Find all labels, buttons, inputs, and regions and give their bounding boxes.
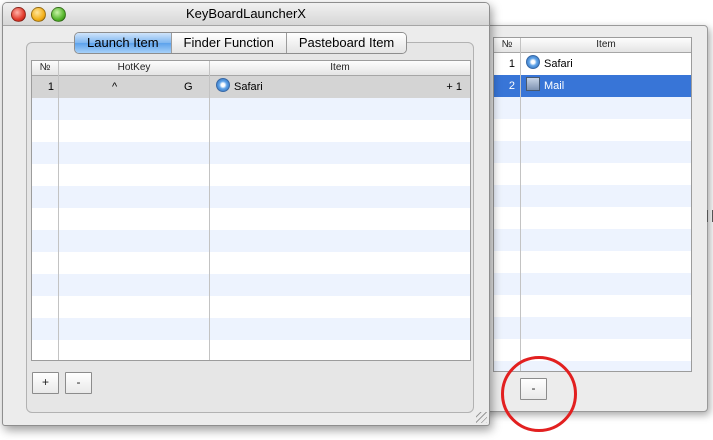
empty-row bbox=[494, 185, 691, 207]
column-header-number[interactable]: № bbox=[494, 38, 520, 52]
row-item-cell: Mail bbox=[526, 75, 564, 97]
row-item-extra: + 1 bbox=[446, 81, 462, 93]
column-header-item[interactable]: Item bbox=[521, 38, 691, 52]
hotkey-key: G bbox=[184, 81, 193, 93]
tab-bar: Launch Item Finder Function Pasteboard I… bbox=[74, 32, 408, 54]
column-header-number[interactable]: № bbox=[32, 61, 58, 75]
secondary-items-table[interactable]: № Item 1 Safari 2 Mail bbox=[493, 37, 692, 372]
tab-launch-item[interactable]: Launch Item bbox=[75, 33, 171, 53]
row-number: 2 bbox=[508, 80, 515, 92]
secondary-window: № Item 1 Safari 2 Mail - bbox=[470, 25, 713, 412]
table-row[interactable]: 1 ^ G Safari + 1 bbox=[32, 76, 470, 98]
column-divider bbox=[209, 61, 210, 360]
empty-row bbox=[32, 318, 470, 340]
main-window: KeyBoardLauncherX Launch Item Finder Fun… bbox=[2, 2, 490, 426]
empty-row bbox=[494, 229, 691, 251]
table-header: № Item bbox=[494, 38, 691, 53]
column-header-hotkey[interactable]: HotKey bbox=[59, 61, 209, 75]
zoom-window-button[interactable] bbox=[51, 7, 66, 22]
column-header-item[interactable]: Item bbox=[210, 61, 470, 75]
title-bar[interactable]: KeyBoardLauncherX bbox=[3, 3, 489, 26]
empty-row bbox=[32, 274, 470, 296]
empty-row bbox=[32, 230, 470, 252]
empty-row bbox=[494, 97, 691, 119]
close-window-button[interactable] bbox=[11, 7, 26, 22]
window-resize-grip[interactable] bbox=[476, 412, 487, 423]
row-item-label: Safari bbox=[234, 81, 263, 93]
safari-icon bbox=[526, 55, 540, 69]
row-item-cell: Safari bbox=[216, 76, 263, 98]
empty-row bbox=[494, 317, 691, 339]
column-divider bbox=[58, 61, 59, 360]
add-item-button[interactable]: + bbox=[32, 372, 59, 394]
hotkey-modifier: ^ bbox=[112, 81, 118, 93]
row-item-label: Safari bbox=[544, 58, 573, 70]
annotation-circle bbox=[501, 356, 577, 432]
minimize-window-button[interactable] bbox=[31, 7, 46, 22]
remove-item-button[interactable]: - bbox=[65, 372, 92, 394]
launch-items-table[interactable]: № HotKey Item 1 ^ G Safari + 1 bbox=[31, 60, 471, 361]
mail-icon bbox=[526, 77, 540, 91]
row-number: 1 bbox=[47, 81, 54, 93]
window-title: KeyBoardLauncherX bbox=[186, 6, 306, 21]
table-row-selected[interactable]: 2 Mail bbox=[494, 75, 691, 97]
empty-row bbox=[494, 273, 691, 295]
column-divider bbox=[520, 38, 521, 371]
table-header: № HotKey Item bbox=[32, 61, 470, 76]
tab-finder-function[interactable]: Finder Function bbox=[170, 33, 286, 53]
empty-row bbox=[32, 98, 470, 120]
empty-row bbox=[494, 141, 691, 163]
safari-icon bbox=[216, 78, 230, 92]
row-number: 1 bbox=[508, 58, 515, 70]
row-item-cell: Safari bbox=[526, 53, 573, 75]
table-row[interactable]: 1 Safari bbox=[494, 53, 691, 75]
empty-row bbox=[32, 186, 470, 208]
empty-row bbox=[32, 142, 470, 164]
row-item-label: Mail bbox=[544, 80, 565, 92]
tab-pasteboard-item[interactable]: Pasteboard Item bbox=[285, 33, 407, 53]
drawer-resize-handle[interactable] bbox=[707, 210, 713, 222]
